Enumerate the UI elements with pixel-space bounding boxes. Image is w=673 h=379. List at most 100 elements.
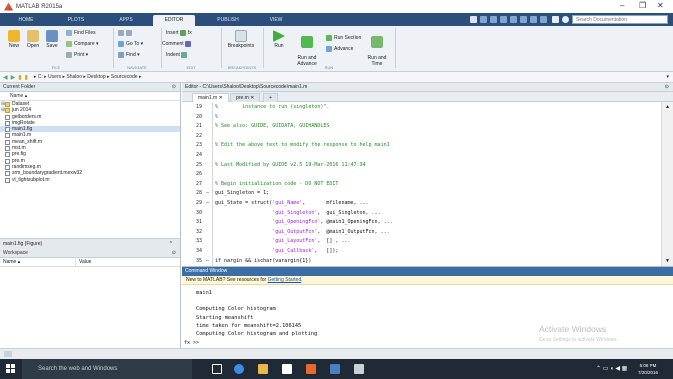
quick-access-switch-icon[interactable] <box>530 16 537 23</box>
code-line[interactable]: 'gui_Callback', []); <box>215 248 338 254</box>
system-tray-icons[interactable]: ⌃ ▭ ◖ ◀ ▦ <box>596 365 627 372</box>
code-line[interactable]: % <box>215 114 218 120</box>
run-and-advance-button[interactable]: Run and Advance <box>292 30 322 67</box>
breakpoints-button[interactable]: Breakpoints <box>226 30 256 49</box>
workspace-col-name[interactable]: Name ▴ <box>0 258 76 266</box>
command-prompt[interactable]: fx >> <box>184 340 199 346</box>
goto-button[interactable]: Go To ▾ <box>118 41 143 47</box>
getting-started-link[interactable]: Getting Started <box>268 277 302 283</box>
community-icon[interactable] <box>562 16 569 23</box>
quick-access-layout-icon[interactable] <box>540 16 547 23</box>
tab-home[interactable]: HOME <box>8 15 44 26</box>
up-folder-icon[interactable]: ▮ <box>18 74 21 81</box>
find-button[interactable]: Find ▾ <box>118 52 140 58</box>
indent-button[interactable]: Indent <box>166 52 189 58</box>
close-button[interactable]: ✕ <box>657 1 664 10</box>
editor-actions-icon[interactable]: ⊙ <box>665 83 669 92</box>
code-line[interactable]: gui_State = struct('gui_Name', mfilename… <box>215 200 369 206</box>
open-button[interactable]: Open <box>24 30 42 49</box>
address-dropdown-icon[interactable]: ▾ <box>666 74 669 80</box>
edge-browser-icon[interactable] <box>234 364 244 374</box>
code-line[interactable]: 'gui_Singleton', gui_Singleton, ... <box>215 210 380 216</box>
windows-start-icon[interactable] <box>6 364 15 373</box>
code-line[interactable]: % See also: GUIDE, GUIDATA, GUIHANDLES <box>215 123 329 129</box>
new-tab-button[interactable]: + <box>263 93 278 102</box>
tab-view[interactable]: VIEW <box>258 15 294 26</box>
editor-tab-pre[interactable]: pre.m ✕ <box>230 93 261 102</box>
print-button[interactable]: Print ▾ <box>66 52 88 58</box>
code-line[interactable]: 'gui_OutputFcn', @main1_OutputFcn, ... <box>215 229 389 235</box>
quick-access-paste-icon[interactable] <box>500 16 507 23</box>
tab-plots[interactable]: PLOTS <box>58 15 94 26</box>
panel-actions-icon[interactable]: ⊙ <box>172 83 176 92</box>
taskbar-clock[interactable]: 5:08 PM 7/20/2016 <box>638 362 658 376</box>
insert-button[interactable]: Insert fx <box>166 30 192 36</box>
workspace-col-value[interactable]: Value <box>76 258 91 266</box>
breakpoint-marker[interactable]: – <box>206 258 209 264</box>
code-line[interactable]: % Last Modified by GUIDE v2.5 19-Mar-201… <box>215 162 366 168</box>
run-section-button[interactable]: Run Section <box>326 35 361 41</box>
back-arrow-icon[interactable]: ◀ <box>3 74 8 81</box>
restore-button[interactable]: ❐ <box>639 1 646 10</box>
quick-access-cut-icon[interactable] <box>480 16 487 23</box>
code-line[interactable]: % Edit the above text to modify the resp… <box>215 142 390 148</box>
tab-editor[interactable]: EDITOR <box>153 15 195 26</box>
file-explorer-icon[interactable] <box>258 364 268 374</box>
indent-icon <box>181 52 188 58</box>
save-button[interactable]: Save <box>43 30 61 49</box>
code-line[interactable]: % instance to run (singleton)". <box>215 104 329 110</box>
run-and-time-button[interactable]: Run and Time <box>364 30 390 67</box>
code-area[interactable]: 19 % instance to run (singleton)". 20% 21 % … <box>182 102 661 266</box>
new-button[interactable]: New <box>5 30 23 49</box>
advance-button[interactable]: Advance <box>326 46 353 52</box>
file-name: vl_tightsubplot.m <box>12 176 50 183</box>
forward-arrow-icon[interactable]: ▶ <box>11 74 16 81</box>
file-list-item[interactable]: vl_tightsubplot.m <box>0 177 180 183</box>
compare-button[interactable]: Compare ▾ <box>66 41 98 47</box>
breakpoint-marker[interactable]: – <box>206 200 209 206</box>
scroll-down-icon[interactable]: ▼ <box>665 258 670 264</box>
app2-taskbar-icon[interactable] <box>354 364 364 374</box>
find-files-button[interactable]: Find Files <box>66 30 96 36</box>
workspace-actions-icon[interactable]: ⊙ <box>172 249 176 258</box>
matlab-taskbar-icon[interactable] <box>306 364 316 374</box>
scroll-up-icon[interactable]: ▲ <box>665 104 670 110</box>
code-line[interactable]: 'gui_OpeningFcn', @main1_OpeningFcn, ... <box>215 219 392 225</box>
code-line[interactable]: if nargin && ischar(varargin{1}) <box>215 258 311 264</box>
details-panel-header[interactable]: main1.fig (Figure) ^ <box>0 238 181 249</box>
code-line[interactable]: 'gui_LayoutFcn', [] , ... <box>215 238 350 244</box>
current-path[interactable]: ▸ C: ▸ Users ▸ Shaloo ▸ Desktop ▸ Source… <box>34 74 142 80</box>
search-documentation-input[interactable] <box>572 15 668 24</box>
close-tab-icon[interactable]: ✕ <box>250 95 254 101</box>
line-number: 27 <box>195 180 202 187</box>
editor-scrollbar[interactable]: ▲ ▼ <box>661 102 673 266</box>
command-window[interactable]: Command Window New to MATLAB? See resour… <box>182 266 673 348</box>
comment-icon <box>185 41 192 47</box>
comment-button[interactable]: Comment <box>162 41 193 47</box>
quick-access-save-icon[interactable] <box>470 16 477 23</box>
breakpoint-marker[interactable]: – <box>206 190 209 196</box>
column-header-name[interactable]: Name ▴ <box>0 92 180 101</box>
fx-button[interactable]: fx <box>188 30 192 36</box>
quick-access-undo-icon[interactable] <box>510 16 517 23</box>
close-tab-icon[interactable]: ✕ <box>219 95 223 101</box>
taskbar-search[interactable]: Search the web and Windows <box>22 359 192 379</box>
task-view-icon[interactable] <box>212 364 222 374</box>
app-taskbar-icon[interactable] <box>330 364 340 374</box>
quick-access-redo-icon[interactable] <box>520 16 527 23</box>
store-icon[interactable] <box>282 364 292 374</box>
tab-publish[interactable]: PUBLISH <box>208 15 248 26</box>
code-line[interactable]: gui_Singleton = 1; <box>215 190 269 196</box>
line-number: 24 <box>195 152 202 158</box>
details-toggle-icon[interactable]: ^ <box>170 239 172 249</box>
browse-folder-icon[interactable]: ▮ <box>25 74 28 81</box>
tab-apps[interactable]: APPS <box>108 15 144 26</box>
quick-access-copy-icon[interactable] <box>490 16 497 23</box>
help-icon[interactable] <box>552 16 559 23</box>
run-button[interactable]: Run <box>268 30 290 49</box>
navigate-back-icon[interactable] <box>118 30 134 36</box>
editor-tab-main1[interactable]: main1.m ✕ <box>192 93 229 102</box>
minimize-button[interactable]: – <box>620 1 624 10</box>
code-line[interactable]: % Begin initialization code - DO NOT EDI… <box>215 181 338 187</box>
goto-icon <box>118 41 124 47</box>
